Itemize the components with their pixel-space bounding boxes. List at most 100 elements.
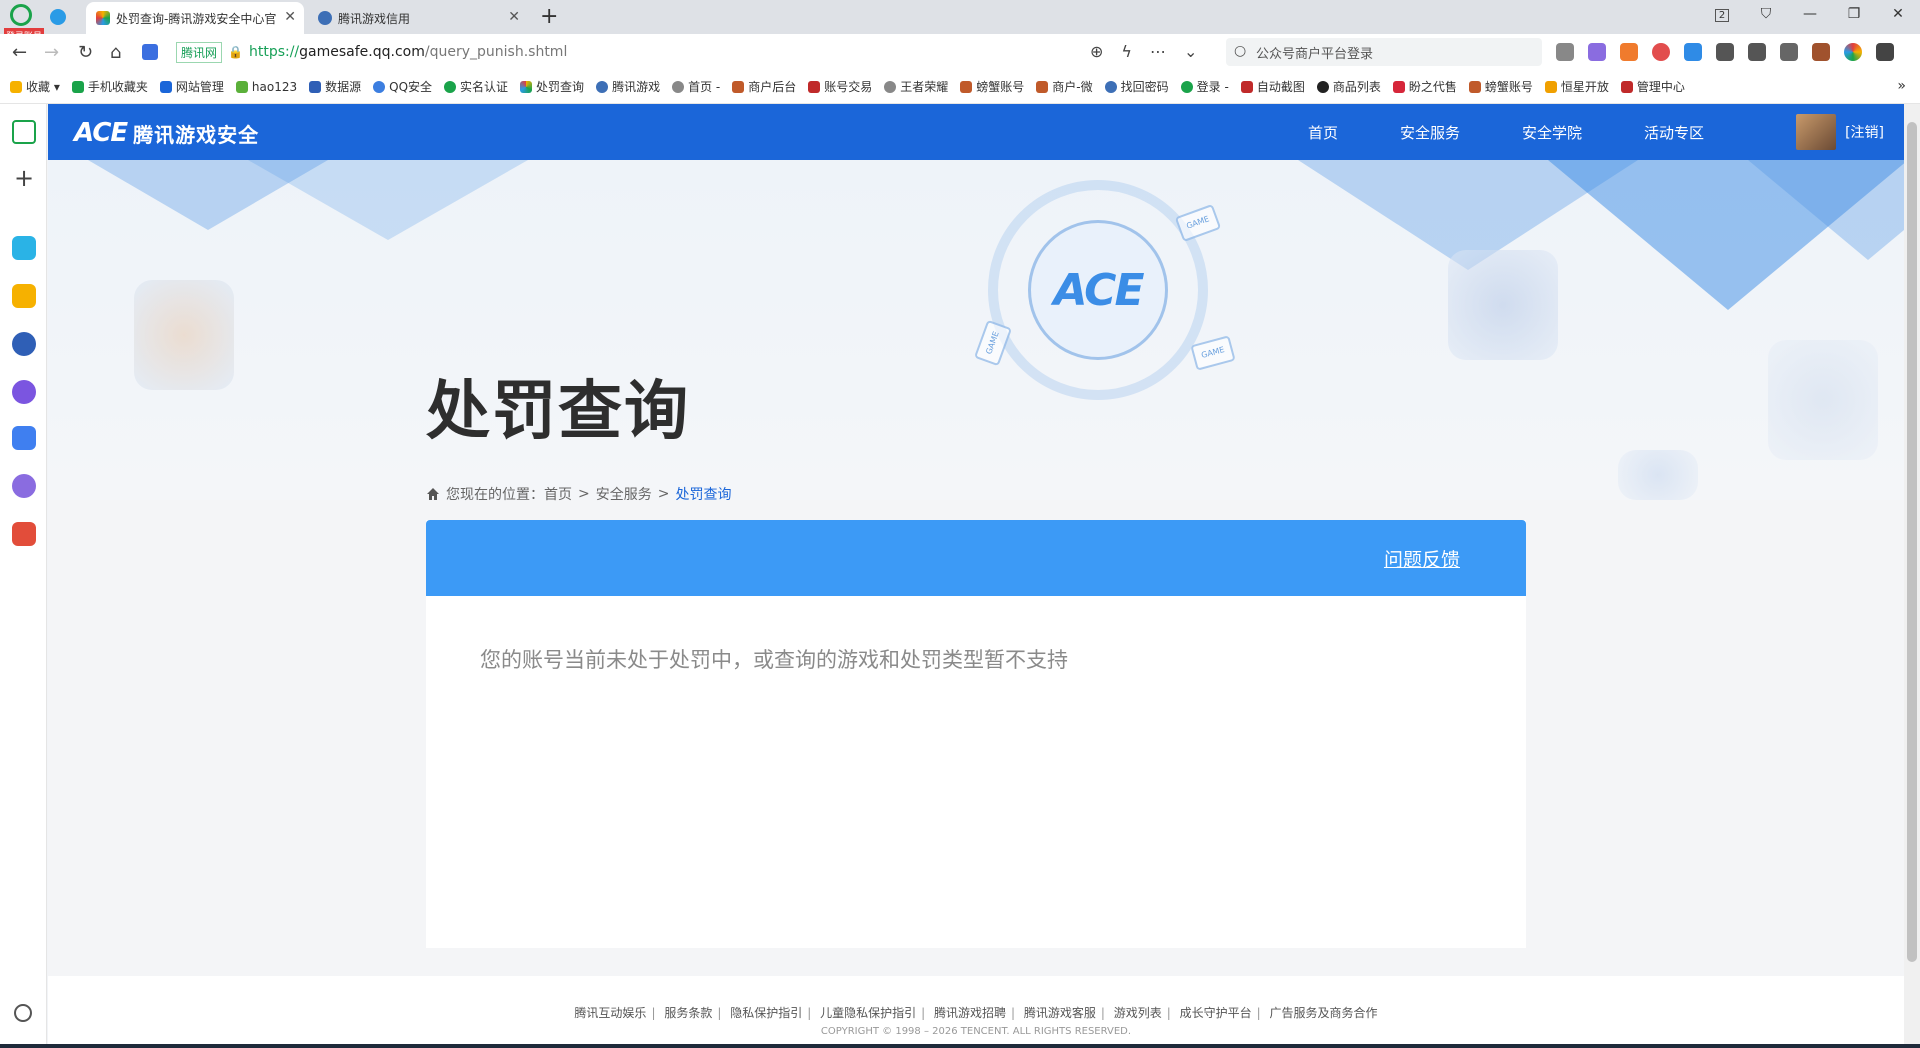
gamepad-icon[interactable] (12, 522, 36, 546)
breadcrumb-home[interactable]: 首页 (544, 484, 572, 504)
nav-home[interactable]: 首页 (1308, 122, 1338, 143)
bookmark-label: 盼之代售 (1408, 80, 1457, 94)
game-icon[interactable] (1620, 43, 1638, 61)
bookmarks-more-icon[interactable]: » (1897, 78, 1906, 94)
star-icon (1544, 80, 1557, 93)
star-icon[interactable] (12, 284, 36, 308)
network-icon[interactable] (12, 332, 36, 356)
more-icon[interactable]: ⋯ (1150, 42, 1166, 61)
back-icon[interactable]: ← (12, 42, 27, 63)
zoom-icon[interactable]: ⊕ (1090, 42, 1103, 61)
puzzle-icon[interactable] (1716, 43, 1734, 61)
bookmark-item[interactable]: 收藏 ▾ (10, 78, 60, 95)
ai-icon[interactable] (12, 426, 36, 450)
home-icon[interactable] (12, 120, 36, 144)
bookmark-item[interactable]: 螃蟹账号 (960, 78, 1024, 95)
bookmark-item[interactable]: 数据源 (309, 78, 361, 95)
feedback-link[interactable]: 问题反馈 (1384, 545, 1460, 572)
bookmark-item[interactable]: 腾讯游戏 (596, 78, 660, 95)
ai-assistant-icon[interactable] (12, 380, 36, 404)
footer-link[interactable]: 腾讯游戏招聘 (934, 1006, 1006, 1020)
bookmark-item[interactable]: 商户后台 (732, 78, 796, 95)
lock-icon[interactable]: 🔒 (228, 45, 243, 59)
bookmark-item[interactable]: 商户-微 (1036, 78, 1093, 95)
crab-icon (1468, 80, 1481, 93)
bookmark-item[interactable]: 找回密码 (1104, 78, 1169, 95)
breadcrumb-security-services[interactable]: 安全服务 (596, 484, 652, 504)
weibo-icon[interactable] (1652, 43, 1670, 61)
reload-icon[interactable]: ↻ (78, 42, 93, 63)
avatar[interactable] (1796, 114, 1836, 150)
footer-link[interactable]: 成长守护平台 (1180, 1006, 1252, 1020)
bookmark-label: 找回密码 (1120, 80, 1169, 94)
footer-link[interactable]: 游戏列表 (1114, 1006, 1162, 1020)
site-logo[interactable]: ACE 腾讯游戏安全 (74, 118, 259, 148)
bookmark-label: 腾讯游戏 (612, 80, 661, 94)
bookmark-item[interactable]: 恒星开放 (1544, 78, 1609, 95)
bookmark-item[interactable]: 手机收藏夹 (71, 78, 148, 95)
footer-link[interactable]: 腾讯互动娱乐 (574, 1006, 646, 1020)
minimize-icon[interactable]: — (1788, 0, 1832, 28)
browser-tab-bar: 登录账号 处罚查询-腾讯游戏安全中心官 ✕ 腾讯游戏信用 ✕ + 2 ⛉ — ❐… (0, 0, 1920, 43)
scissors-icon[interactable] (1556, 43, 1574, 61)
settings-icon[interactable] (14, 1004, 32, 1022)
page-scrollbar[interactable] (1904, 104, 1920, 1044)
bookmark-item[interactable]: QQ安全 (373, 78, 432, 95)
new-tab-button[interactable]: + (540, 4, 558, 29)
bookmark-item[interactable]: 首页 - (672, 78, 720, 95)
mail-icon[interactable] (1684, 43, 1702, 61)
footer-link[interactable]: 儿童隐私保护指引 (820, 1006, 916, 1020)
forward-icon[interactable]: → (44, 42, 59, 63)
bookmark-item[interactable]: 登录 - (1180, 78, 1229, 95)
close-tab-icon[interactable]: ✕ (284, 9, 296, 25)
telegram-icon[interactable] (50, 9, 66, 25)
url-input[interactable]: 腾讯网 🔒 https://gamesafe.qq.com/query_puni… (176, 39, 1198, 65)
search-input[interactable]: ○ 公众号商户平台登录 (1226, 38, 1542, 66)
close-window-icon[interactable]: ✕ (1876, 0, 1920, 28)
briefcase-icon[interactable] (1812, 43, 1830, 61)
bookmark-item[interactable]: hao123 (235, 80, 297, 94)
chat-icon[interactable] (12, 474, 36, 498)
translate-icon[interactable] (1588, 43, 1606, 61)
crab-icon (732, 80, 745, 93)
bookmark-item[interactable]: 盼之代售 (1392, 78, 1457, 95)
tab-count-badge[interactable]: 2 (1700, 0, 1744, 28)
breadcrumb-current[interactable]: 处罚查询 (675, 484, 731, 504)
undo-icon[interactable] (1780, 43, 1798, 61)
bookmark-item[interactable]: 商品列表 (1316, 78, 1381, 95)
nav-security-services[interactable]: 安全服务 (1400, 122, 1460, 143)
footer-link[interactable]: 广告服务及商务合作 (1270, 1006, 1378, 1020)
ai-icon[interactable] (142, 44, 158, 60)
scrollbar-thumb[interactable] (1907, 122, 1917, 962)
nav-security-academy[interactable]: 安全学院 (1522, 122, 1582, 143)
download-icon[interactable] (1748, 43, 1766, 61)
shirt-icon[interactable]: ⛉ (1744, 0, 1788, 28)
app-icon[interactable] (12, 236, 36, 260)
bookmark-item[interactable]: 自动截图 (1240, 78, 1305, 95)
bookmark-item[interactable]: 王者荣耀 (884, 78, 948, 95)
bookmark-label: 手机收藏夹 (87, 80, 148, 94)
menu-icon[interactable] (1876, 43, 1894, 61)
tab-game-credit[interactable]: 腾讯游戏信用 ✕ (308, 2, 528, 34)
chevron-down-icon[interactable]: ⌄ (1184, 42, 1197, 61)
bookmark-item[interactable]: 账号交易 (808, 78, 872, 95)
color-wheel-icon[interactable] (1844, 43, 1862, 61)
bookmark-item[interactable]: 实名认证 (444, 78, 508, 95)
footer-link[interactable]: 隐私保护指引 (730, 1006, 802, 1020)
bookmark-item[interactable]: 网站管理 (159, 78, 224, 95)
footer-link[interactable]: 腾讯游戏客服 (1024, 1006, 1096, 1020)
close-tab-icon[interactable]: ✕ (508, 9, 520, 25)
bookmark-item[interactable]: 管理中心 (1620, 78, 1685, 95)
tab-punish-query[interactable]: 处罚查询-腾讯游戏安全中心官 ✕ (86, 2, 304, 34)
footer-link[interactable]: 服务条款 (664, 1006, 712, 1020)
home-icon[interactable]: ⌂ (110, 42, 121, 63)
bookmark-item[interactable]: 处罚查询 (520, 78, 584, 95)
url-scheme: https:// (248, 44, 300, 60)
add-icon[interactable]: + (12, 166, 36, 192)
bookmark-item[interactable]: 螃蟹账号 (1468, 78, 1533, 95)
nav-events[interactable]: 活动专区 (1644, 122, 1704, 143)
shield-icon (596, 80, 609, 93)
restore-icon[interactable]: ❐ (1832, 0, 1876, 28)
lightning-icon[interactable]: ϟ (1121, 42, 1132, 61)
logout-link[interactable]: [注销] (1845, 122, 1884, 142)
